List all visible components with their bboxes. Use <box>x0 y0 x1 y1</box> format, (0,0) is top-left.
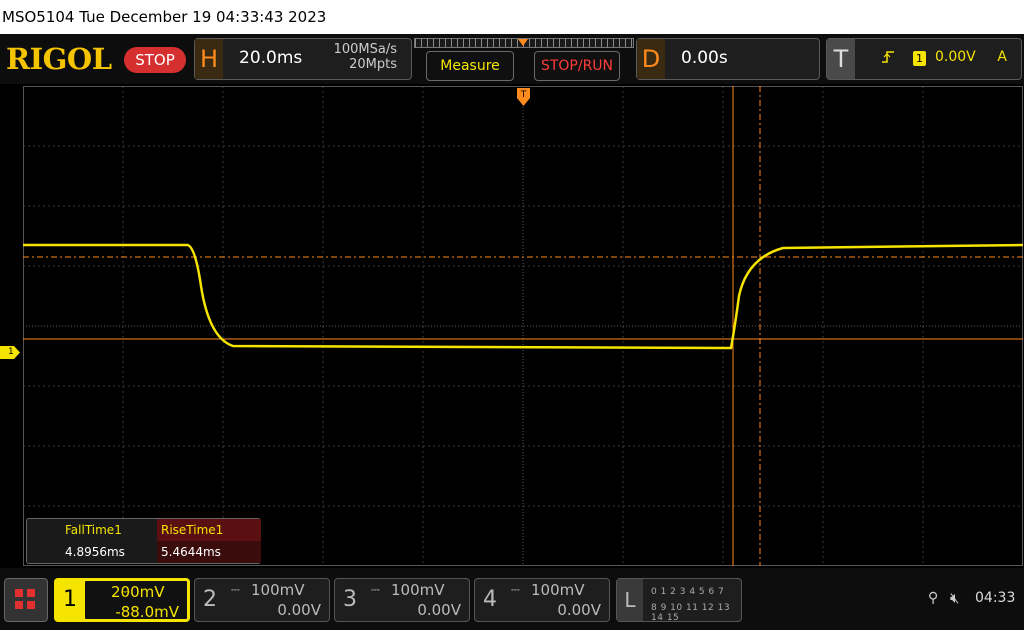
acquisition-info: 100MSa/s 20Mpts <box>334 42 397 72</box>
trigger-letter: T <box>827 39 855 79</box>
sample-rate: 100MSa/s <box>333 42 397 57</box>
main-menu-button[interactable] <box>4 578 48 622</box>
dc-coupling-icon: ⎓ <box>371 583 380 596</box>
rigol-logo: RIGOL <box>6 42 112 76</box>
channel3-panel[interactable]: 3 ⎓ 100mV 0.00V <box>334 578 470 622</box>
delay-letter: D <box>637 39 665 79</box>
measure-button[interactable]: Measure <box>426 51 514 81</box>
channel4-panel[interactable]: 4 ⎓ 100mV 0.00V <box>474 578 610 622</box>
logic-channels-row1: 0 1 2 3 4 5 6 7 <box>651 587 725 597</box>
clock-time: 04:33 <box>975 590 1016 606</box>
trigger-marker-label: T <box>520 90 527 100</box>
channel4-offset: 0.00V <box>557 601 601 619</box>
delay-value: 0.00s <box>681 48 728 68</box>
horizontal-panel[interactable]: H 20.0ms 100MSa/s 20Mpts <box>194 38 412 80</box>
channel2-scale: 100mV <box>251 581 305 599</box>
trigger-mode: A <box>997 49 1007 65</box>
measurement-header-falltime: FallTime1 <box>65 523 122 537</box>
speaker-muted-icon[interactable]: 🔇︎ <box>950 589 959 607</box>
channel2-panel[interactable]: 2 ⎓ 100mV 0.00V <box>194 578 330 622</box>
channel2-offset: 0.00V <box>277 601 321 619</box>
channel4-number: 4 <box>483 587 497 612</box>
usb-icon: ⚲ <box>928 590 939 606</box>
trigger-source: 1 <box>913 51 926 66</box>
measurement-value-falltime: 4.8956ms <box>65 545 125 559</box>
measurement-results[interactable]: FallTime1 RiseTime1 4.8956ms 5.4644ms <box>26 518 261 564</box>
bottom-bar: 1 ⎓ 200mV -88.0mV 2 ⎓ 100mV 0.00V 3 ⎓ 10… <box>0 568 1024 630</box>
memory-depth: 20Mpts <box>349 57 397 72</box>
channel1-offset: -88.0mV <box>115 603 179 621</box>
measurement-header-risetime: RiseTime1 <box>157 519 261 541</box>
logic-letter: L <box>617 579 643 621</box>
channel4-scale: 100mV <box>531 581 585 599</box>
horizontal-letter: H <box>195 39 223 79</box>
timebase-value: 20.0ms <box>239 48 303 68</box>
run-state-badge[interactable]: STOP <box>124 47 186 73</box>
channel2-number: 2 <box>203 587 217 612</box>
logic-channels-row2: 8 9 10 11 12 13 14 15 <box>651 603 731 623</box>
memory-position-marker <box>518 39 528 46</box>
title-bar: MSO5104 Tue December 19 04:33:43 2023 <box>0 0 1024 34</box>
trigger-position-marker: T <box>517 88 530 106</box>
stop-run-button[interactable]: STOP/RUN <box>534 51 620 81</box>
channel1-offset-marker[interactable]: 1 <box>0 346 20 359</box>
channel3-number: 3 <box>343 587 357 612</box>
waveform-display[interactable]: T <box>23 86 1023 566</box>
dc-coupling-icon: ⎓ <box>511 583 520 596</box>
trigger-level: 0.00V <box>935 49 976 65</box>
measurement-value-risetime: 5.4644ms <box>157 541 261 563</box>
channel3-scale: 100mV <box>391 581 445 599</box>
delay-panel[interactable]: D 0.00s <box>636 38 820 80</box>
waveform-svg: T <box>23 86 1023 566</box>
channel1-panel[interactable]: 1 ⎓ 200mV -88.0mV <box>54 578 190 622</box>
channel3-offset: 0.00V <box>417 601 461 619</box>
dc-coupling-icon: ⎓ <box>231 583 240 596</box>
logic-analyzer-panel[interactable]: L 0 1 2 3 4 5 6 7 8 9 10 11 12 13 14 15 <box>616 578 742 623</box>
channel1-inner: ⎓ 200mV -88.0mV <box>83 579 189 621</box>
channel1-number: 1 <box>63 587 77 612</box>
channel1-scale: 200mV <box>111 583 165 601</box>
trigger-panel[interactable]: T 1 0.00V A <box>826 38 1022 80</box>
center-axes <box>23 86 1023 566</box>
rising-edge-icon <box>881 50 895 68</box>
